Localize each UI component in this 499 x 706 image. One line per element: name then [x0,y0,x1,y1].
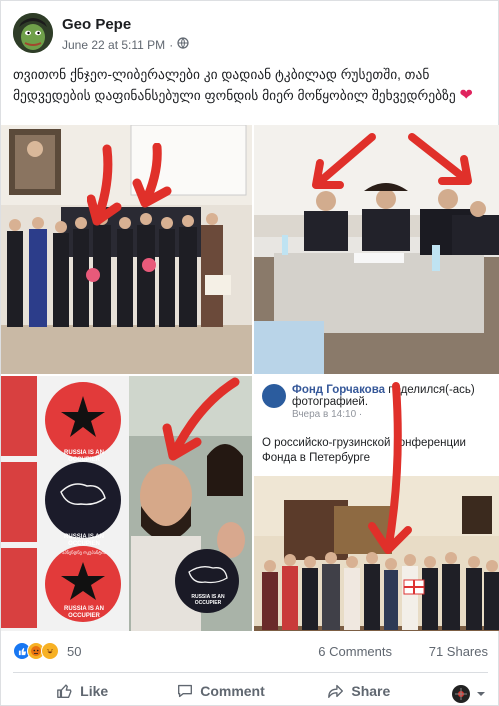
like-label: Like [80,683,109,699]
post-text: თვითონ ქნჯეო-ლიბერალები კი დადიან ტკბილა… [13,64,488,106]
selfie-badge-text: RUSSIA IS AN OCCUPIER [191,594,225,606]
photo-group-conference[interactable] [1,125,252,374]
post-meta: June 22 at 5:11 PM · [62,37,189,52]
share-label: Share [351,683,391,699]
viewer-selector[interactable] [452,685,486,703]
author-avatar[interactable] [13,13,53,53]
post-card: Geo Pepe June 22 at 5:11 PM · თვითონ ქნჯ… [0,0,499,706]
photo-grid: RUSSIA IS AN OCCUPIER RUSSIA IS AN OCCUP… [1,125,499,631]
author-name[interactable]: Geo Pepe [62,16,131,33]
photo-occupier-collage[interactable]: RUSSIA IS AN OCCUPIER RUSSIA IS AN OCCUP… [1,376,252,631]
viewer-avatar-icon [452,685,470,703]
share-button[interactable]: Share [290,682,428,700]
post-date[interactable]: June 22 at 5:11 PM [62,38,165,52]
haha-reaction-icon [41,642,59,660]
reaction-count[interactable]: 50 [67,644,81,659]
reaction-icons[interactable] [13,642,59,660]
share-icon [328,684,344,698]
chevron-down-icon [477,692,485,696]
action-bar: Like Comment Share [13,677,488,705]
occupien-sub-text: აპნენდნე ოკუპანტია [62,550,106,555]
photo-panel-table[interactable] [254,125,499,374]
comment-icon [178,684,193,698]
thumbs-up-icon [57,684,72,698]
comment-button[interactable]: Comment [151,682,289,700]
comment-label: Comment [200,683,265,699]
like-button[interactable]: Like [13,682,151,700]
comments-count[interactable]: 6 Comments [318,644,392,659]
occupien-badge-text: RUSSIA IS AN OCCUPIEN [64,534,104,547]
photo-embedded-post[interactable]: Фонд Горчакова поделился(-ась) фотографи… [254,376,499,631]
shares-count[interactable]: 71 Shares [429,644,488,659]
post-body: თვითონ ქნჯეო-ლიბერალები კი დადიან ტკბილა… [13,67,456,103]
divider [13,672,488,673]
globe-icon[interactable] [177,37,189,52]
heart-emoji: ❤ [459,87,473,104]
reactions-row: 50 6 Comments 71 Shares [13,642,488,662]
occupier-badge-text-2: RUSSIA IS AN OCCUPIER [64,606,104,619]
meta-separator: · [169,37,174,52]
page-avatar [262,384,286,408]
occupier-badge-text: RUSSIA IS AN OCCUPIER [64,450,104,463]
